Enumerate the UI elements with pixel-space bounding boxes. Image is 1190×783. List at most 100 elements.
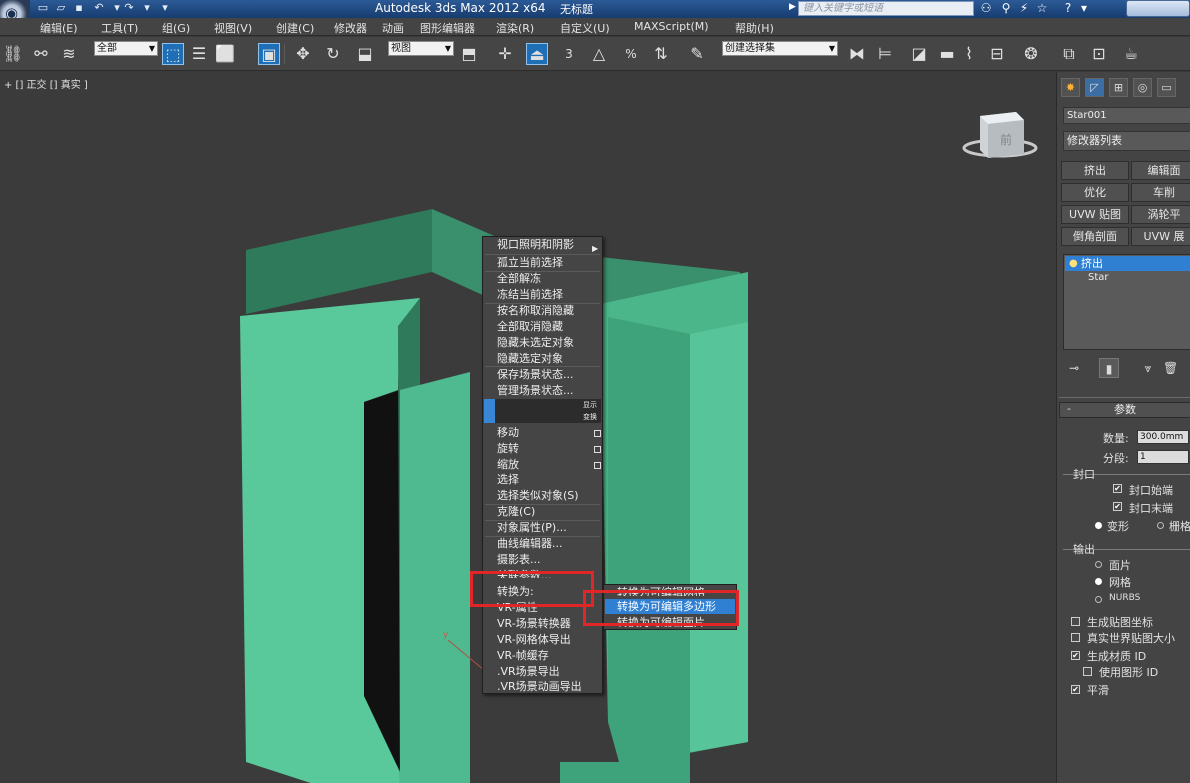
menu-item-rotate[interactable]: 旋转 xyxy=(484,441,601,457)
spinner-snap-icon[interactable]: ⇅ xyxy=(650,43,672,65)
modifier-bevel-profile-button[interactable]: 倒角剖面 xyxy=(1061,227,1129,246)
settings-box-icon[interactable] xyxy=(594,462,601,469)
snaps-toggle-icon[interactable]: 3 xyxy=(558,43,580,65)
menu-item-vr-mesh-export[interactable]: VR-网格体导出 xyxy=(484,632,601,648)
menu-item-freeze-selection[interactable]: 冻结当前选择 xyxy=(484,287,601,303)
render-production-icon[interactable]: ☕ xyxy=(1120,43,1142,65)
reference-coordinate-dropdown[interactable]: 视图 ▼ xyxy=(388,41,454,56)
save-icon[interactable]: ▪ xyxy=(72,1,86,15)
menu-graph-editors[interactable]: 图形编辑器 xyxy=(420,20,475,36)
rendered-frame-window-icon[interactable]: ⊡ xyxy=(1088,43,1110,65)
menu-help[interactable]: 帮助(H) xyxy=(735,20,774,36)
select-and-move-icon[interactable]: ✥ xyxy=(292,43,314,65)
menu-item-move[interactable]: 移动 xyxy=(484,425,601,441)
selection-filter-dropdown[interactable]: 全部 ▼ xyxy=(94,41,158,56)
mirror-icon[interactable]: ⧓ xyxy=(846,43,868,65)
segments-spinner[interactable]: 1 xyxy=(1137,450,1189,464)
object-name-field[interactable]: Star001 xyxy=(1063,107,1190,124)
help-dropdown-icon[interactable]: ▾ xyxy=(1076,1,1092,16)
angle-snap-icon[interactable]: △ xyxy=(588,43,610,65)
menu-group[interactable]: 组(G) xyxy=(162,20,190,36)
menu-item-vr-framebuffer[interactable]: VR-帧缓存 xyxy=(484,648,601,664)
settings-box-icon[interactable] xyxy=(594,446,601,453)
parameters-rollout-header[interactable]: 参数 xyxy=(1059,402,1190,418)
real-world-size-checkbox[interactable] xyxy=(1071,633,1080,642)
material-editor-icon[interactable]: ❂ xyxy=(1020,43,1042,65)
modifier-uvw-map-button[interactable]: UVW 贴图 xyxy=(1061,205,1129,224)
modifier-edit-button[interactable]: 编辑面 xyxy=(1131,161,1190,180)
render-setup-icon[interactable]: ⧉ xyxy=(1058,43,1080,65)
rectangle-selection-icon[interactable]: ⬜ xyxy=(214,43,236,65)
align-icon[interactable]: ⊨ xyxy=(874,43,896,65)
settings-box-icon[interactable] xyxy=(594,430,601,437)
cap-end-checkbox[interactable]: ✔ xyxy=(1113,502,1122,511)
menu-item-unhide-by-name[interactable]: 按名称取消隐藏 xyxy=(484,303,601,319)
select-by-name-icon[interactable]: ☰ xyxy=(188,43,210,65)
select-manipulate-icon[interactable]: ✛ xyxy=(494,43,516,65)
window-controls[interactable] xyxy=(1126,0,1190,17)
use-shape-ids-checkbox[interactable] xyxy=(1083,667,1092,676)
menu-item-hide-unselected[interactable]: 隐藏未选定对象 xyxy=(484,335,601,351)
collapse-rollout-icon[interactable]: - xyxy=(1067,402,1071,415)
generate-material-ids-checkbox[interactable]: ✔ xyxy=(1071,651,1080,660)
edit-named-selection-icon[interactable]: ✎ xyxy=(686,43,708,65)
menu-item-select[interactable]: 选择 xyxy=(484,472,601,488)
remove-modifier-icon[interactable]: 🗑 xyxy=(1163,358,1178,378)
menu-modifiers[interactable]: 修改器 xyxy=(334,20,367,36)
bind-space-warp-icon[interactable]: ≋ xyxy=(58,43,80,65)
amount-spinner[interactable]: 300.0mm xyxy=(1137,430,1189,444)
curve-editor-icon[interactable]: ⌇ xyxy=(958,43,980,65)
binoculars-icon[interactable]: ⚇ xyxy=(978,1,994,16)
menu-views[interactable]: 视图(V) xyxy=(214,20,252,36)
menu-rendering[interactable]: 渲染(R) xyxy=(496,20,534,36)
stack-item-star[interactable]: Star xyxy=(1088,272,1109,283)
modifier-unwrap-uvw-button[interactable]: UVW 展 xyxy=(1131,227,1190,246)
menu-item-save-scene-state[interactable]: 保存场景状态... xyxy=(484,367,601,383)
show-end-result-icon[interactable]: ▮ xyxy=(1099,358,1119,378)
grid-radio[interactable] xyxy=(1157,522,1164,529)
motion-tab-icon[interactable]: ◎ xyxy=(1133,78,1152,97)
menu-item-dope-sheet[interactable]: 摄影表... xyxy=(484,552,601,568)
modifier-lathe-button[interactable]: 车削 xyxy=(1131,183,1190,202)
modifier-stack[interactable]: ● 挤出 Star xyxy=(1063,254,1190,350)
modifier-turbosmooth-button[interactable]: 涡轮平 xyxy=(1131,205,1190,224)
cap-start-checkbox[interactable]: ✔ xyxy=(1113,484,1122,493)
menu-item-manage-scene-states[interactable]: 管理场景状态... xyxy=(484,383,601,399)
modifier-optimize-button[interactable]: 优化 xyxy=(1061,183,1129,202)
nurbs-radio[interactable] xyxy=(1095,596,1102,603)
hierarchy-tab-icon[interactable]: ⊞ xyxy=(1109,78,1128,97)
keyboard-shortcut-override-icon[interactable]: ⏏ xyxy=(526,43,548,65)
modifier-list-dropdown[interactable]: 修改器列表 xyxy=(1063,131,1190,151)
make-unique-icon[interactable]: ⩔ xyxy=(1139,358,1157,378)
create-tab-icon[interactable]: ✸ xyxy=(1061,78,1080,97)
search-expand-icon[interactable]: ▶ xyxy=(789,2,796,12)
menu-item-vr-scene-export[interactable]: .VR场景导出 xyxy=(484,664,601,680)
menu-customize[interactable]: 自定义(U) xyxy=(560,20,610,36)
select-and-scale-icon[interactable]: ⬓ xyxy=(354,43,376,65)
menu-item-unhide-all[interactable]: 全部取消隐藏 xyxy=(484,319,601,335)
menu-item-select-similar[interactable]: 选择类似对象(S) xyxy=(484,488,601,504)
redo-dropdown-icon[interactable]: ▾ xyxy=(140,1,154,15)
subscription-icon[interactable]: ⚡ xyxy=(1016,1,1032,16)
lightbulb-icon[interactable]: ● xyxy=(1069,256,1078,271)
pivot-center-icon[interactable]: ⬒ xyxy=(458,43,480,65)
modify-tab-icon[interactable]: ◸ xyxy=(1085,78,1104,97)
menu-item-clone[interactable]: 克隆(C) xyxy=(484,504,601,520)
communication-center-icon[interactable]: ⚲ xyxy=(998,1,1014,16)
graphite-ribbon-icon[interactable]: ▬ xyxy=(936,43,958,65)
menu-item-hide-selection[interactable]: 隐藏选定对象 xyxy=(484,351,601,367)
redo-icon[interactable]: ↷ xyxy=(122,1,136,15)
help-icon[interactable]: ? xyxy=(1060,1,1076,16)
generate-mapping-checkbox[interactable] xyxy=(1071,617,1080,626)
menu-item-viewport-lighting[interactable]: 视口照明和阴影 ▶ xyxy=(484,237,601,253)
open-file-icon[interactable]: ▱ xyxy=(54,1,68,15)
pin-stack-icon[interactable]: ⊸ xyxy=(1065,358,1083,378)
window-crossing-icon[interactable]: ▣ xyxy=(258,43,280,65)
display-tab-icon[interactable]: ▭ xyxy=(1157,78,1176,97)
menu-maxscript[interactable]: MAXScript(M) xyxy=(634,20,709,33)
menu-edit[interactable]: 编辑(E) xyxy=(40,20,78,36)
menu-animation[interactable]: 动画 xyxy=(382,20,404,36)
schematic-view-icon[interactable]: ⊟ xyxy=(986,43,1008,65)
layer-manager-icon[interactable]: ◪ xyxy=(908,43,930,65)
new-file-icon[interactable]: ▭ xyxy=(36,1,50,15)
